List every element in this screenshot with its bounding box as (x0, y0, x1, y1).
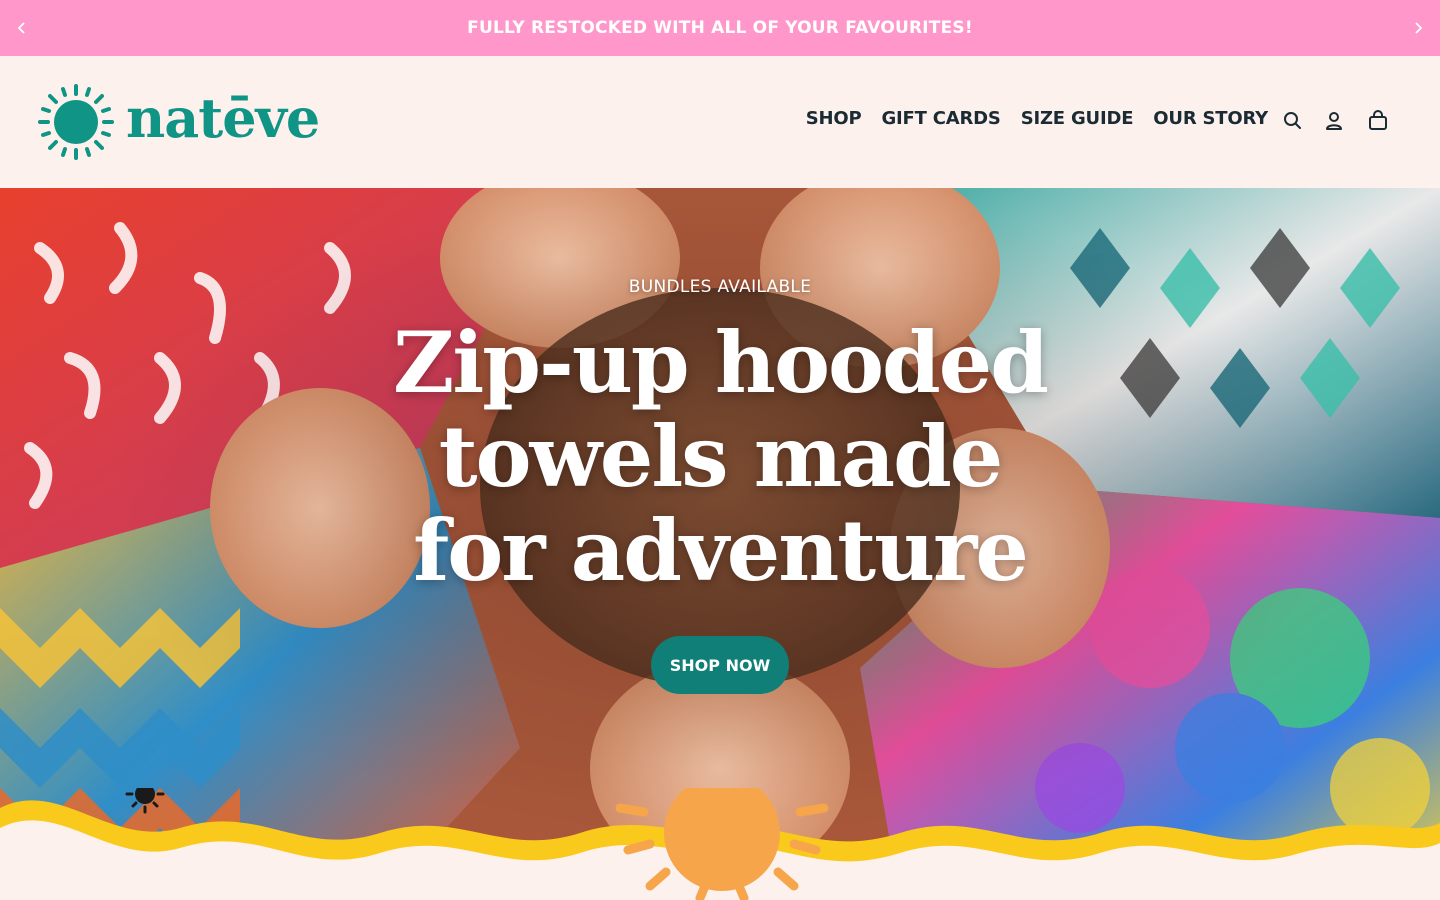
cart-icon[interactable] (1367, 110, 1389, 132)
announcement-prev-button[interactable] (10, 16, 34, 40)
account-icon[interactable] (1323, 110, 1345, 132)
nav-item-shop[interactable]: SHOP (806, 108, 862, 129)
small-sun-icon (125, 788, 165, 814)
hero-headline-line-3: for adventure (413, 501, 1029, 600)
sun-logo-icon (38, 84, 114, 160)
sun-decoration-icon (615, 788, 829, 900)
announcement-next-button[interactable] (1406, 16, 1430, 40)
announcement-text[interactable]: FULLY RESTOCKED WITH ALL OF YOUR FAVOURI… (467, 18, 973, 38)
hero-eyebrow: BUNDLES AVAILABLE (628, 277, 812, 297)
brand-logo[interactable]: natēve (38, 84, 320, 160)
nav-item-our-story[interactable]: OUR STORY (1153, 108, 1268, 129)
announcement-bar: FULLY RESTOCKED WITH ALL OF YOUR FAVOURI… (0, 0, 1440, 56)
decorative-wave (0, 788, 1440, 900)
main-nav: SHOP GIFT CARDS SIZE GUIDE OUR STORY (806, 108, 1268, 129)
nav-item-size-guide[interactable]: SIZE GUIDE (1021, 108, 1134, 129)
search-icon[interactable] (1282, 110, 1304, 132)
shop-now-button[interactable]: SHOP NOW (651, 636, 789, 694)
hero-headline: Zip-up hooded towels made for adventure (0, 316, 1440, 598)
site-header: natēve SHOP GIFT CARDS SIZE GUIDE OUR ST… (0, 56, 1440, 188)
hero-headline-line-1: Zip-up hooded (393, 313, 1049, 412)
chevron-left-icon (17, 22, 25, 34)
nav-item-gift-cards[interactable]: GIFT CARDS (881, 108, 1000, 129)
chevron-right-icon (1415, 22, 1423, 34)
brand-wordmark: natēve (126, 86, 320, 150)
hero-headline-line-2: towels made (438, 407, 1004, 506)
hero-banner: BUNDLES AVAILABLE Zip-up hooded towels m… (0, 188, 1440, 900)
